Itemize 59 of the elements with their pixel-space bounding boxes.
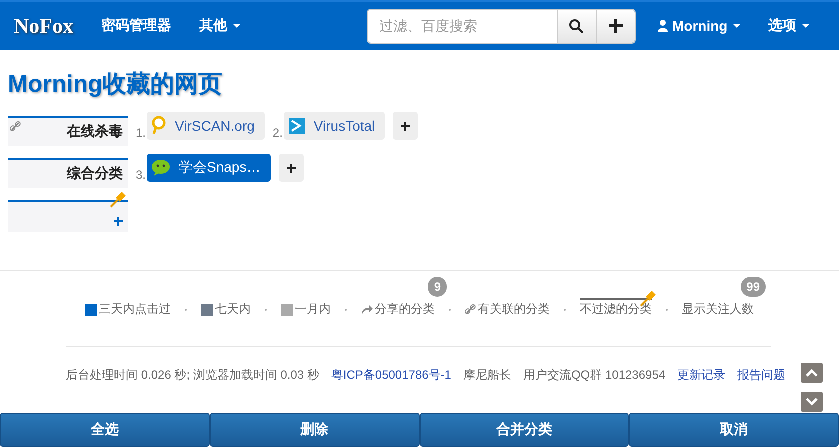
legend-label: 七天内 (215, 301, 251, 318)
search-field[interactable]: 过滤、百度搜索 (368, 10, 556, 42)
caret-icon (232, 24, 240, 28)
action-button[interactable]: 删除 (210, 413, 420, 447)
user-menu[interactable]: Morning (658, 18, 741, 34)
add-button[interactable] (596, 10, 634, 42)
action-button[interactable]: 全选 (0, 413, 210, 447)
legend-label: 显示关注人数 (682, 301, 754, 318)
chat-bubble-icon (151, 159, 172, 177)
nav-item[interactable]: 密码管理器 (102, 17, 172, 35)
pushpin-icon (110, 190, 128, 208)
brand-logo[interactable]: NoFox (14, 14, 74, 38)
bookmark-link[interactable]: 学会Snaps… (147, 154, 271, 182)
category-name: 在线杀毒 (67, 123, 123, 141)
share-arrow-icon (361, 304, 373, 314)
footer-text: 后台处理时间 0.026 秒; 浏览器加载时间 0.03 秒 (66, 367, 320, 384)
count-badge: 99 (740, 277, 766, 297)
footer-link[interactable]: 粤ICP备05001786号-1 (331, 367, 452, 384)
footer-text: 摩尼船长 (463, 367, 512, 384)
scroll-up-button[interactable] (801, 363, 823, 383)
add-link-button[interactable] (393, 112, 418, 140)
chevron-down-icon (806, 398, 818, 406)
legend-label: 一月内 (295, 301, 331, 318)
add-link-button[interactable] (278, 154, 304, 182)
nav-item[interactable]: 其他 (200, 17, 240, 35)
legend-label: 不过滤的分类 (580, 301, 652, 318)
link-number: 3. (136, 168, 146, 182)
chevron-up-icon (806, 369, 818, 377)
magnifier-icon (151, 116, 168, 136)
plus-icon (286, 164, 296, 172)
footer-link[interactable]: 更新记录 (678, 367, 726, 384)
legend-label: 三天内点击过 (99, 301, 171, 318)
chain-link-icon (10, 121, 21, 132)
options-menu[interactable]: 选项 (768, 17, 810, 35)
chain-link-icon (465, 304, 476, 315)
footer-text: 用户交流QQ群 101236954 (523, 367, 666, 384)
search-icon (569, 18, 584, 34)
bookmark-link[interactable]: VirusTotal (284, 112, 386, 140)
bookmark-link[interactable]: VirSCAN.org (147, 112, 265, 140)
user-icon (658, 20, 668, 32)
plus-icon (401, 122, 410, 130)
count-badge: 9 (428, 277, 447, 297)
category-label[interactable]: 综合分类 (8, 158, 128, 188)
link-number: 2. (272, 126, 283, 140)
plus-icon (114, 217, 123, 226)
link-number: 1. (136, 126, 146, 140)
action-button[interactable]: 取消 (629, 413, 839, 447)
plus-icon (608, 19, 622, 33)
legend-label: 分享的分类 (375, 301, 435, 318)
new-category-box[interactable] (8, 200, 128, 232)
arrow-flag-icon (288, 117, 306, 135)
action-button[interactable]: 合并分类 (420, 413, 630, 447)
scroll-down-button[interactable] (801, 392, 823, 412)
category-name: 综合分类 (67, 165, 123, 183)
legend-label: 有关联的分类 (478, 301, 550, 318)
search-button[interactable] (556, 10, 596, 42)
category-label[interactable]: 在线杀毒 (8, 116, 128, 146)
page-title: Morning收藏的网页 (8, 70, 224, 100)
footer-link[interactable]: 报告问题 (738, 367, 786, 384)
